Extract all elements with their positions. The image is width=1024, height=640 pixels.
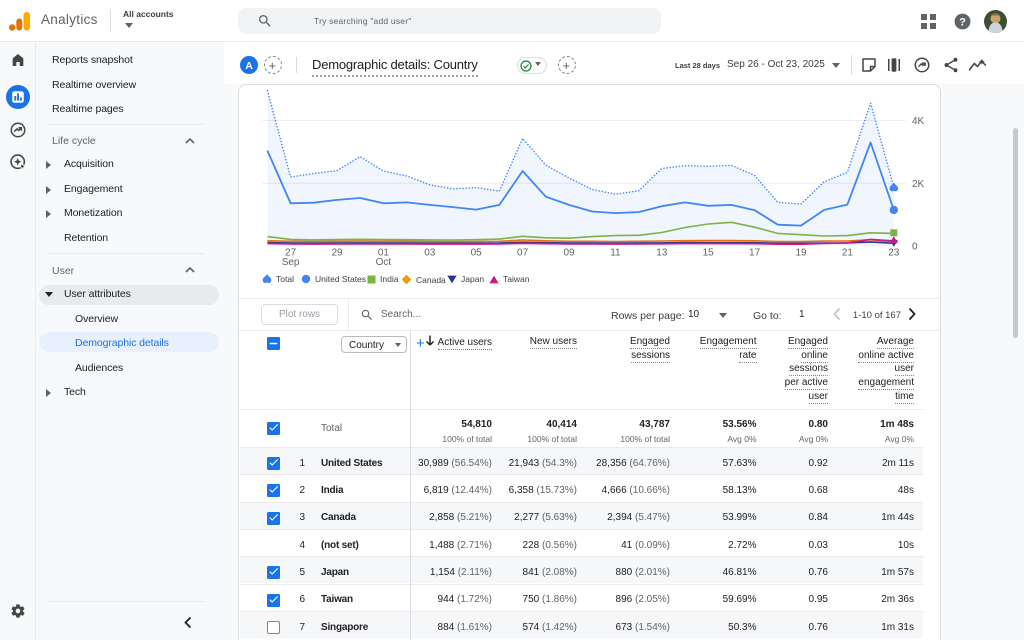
svg-text:?: ?	[959, 16, 966, 28]
svg-text:15: 15	[703, 248, 715, 259]
svg-text:17: 17	[749, 248, 761, 259]
svg-text:2K: 2K	[912, 179, 925, 190]
svg-text:29: 29	[331, 248, 343, 259]
svg-text:19: 19	[795, 248, 807, 259]
svg-text:03: 03	[424, 248, 436, 259]
svg-text:21: 21	[842, 248, 854, 259]
svg-text:0: 0	[912, 242, 918, 253]
svg-text:09: 09	[563, 248, 575, 259]
svg-text:A: A	[245, 60, 253, 72]
svg-text:05: 05	[471, 248, 483, 259]
svg-text:07: 07	[517, 248, 529, 259]
svg-text:13: 13	[656, 248, 668, 259]
svg-text:4K: 4K	[912, 116, 925, 127]
svg-text:Oct: Oct	[376, 257, 392, 268]
svg-text:23: 23	[888, 248, 900, 259]
svg-text:Sep: Sep	[282, 257, 300, 268]
svg-text:11: 11	[610, 248, 621, 259]
